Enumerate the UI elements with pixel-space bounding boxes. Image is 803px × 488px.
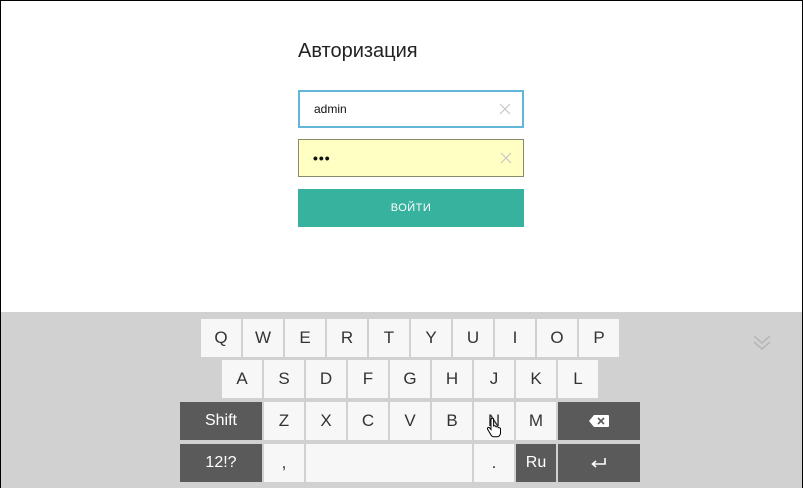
key-u[interactable]: U (453, 319, 493, 357)
key-x[interactable]: X (306, 402, 346, 440)
key-j[interactable]: J (474, 360, 514, 398)
password-input[interactable] (313, 140, 493, 176)
space-key[interactable] (306, 444, 472, 482)
key-v[interactable]: V (390, 402, 430, 440)
key-a[interactable]: A (222, 360, 262, 398)
virtual-keyboard: Q W E R T Y U I O P A S D F G H J K L Sh… (1, 312, 802, 488)
backspace-key[interactable] (558, 402, 640, 440)
clear-password-icon[interactable] (499, 151, 513, 165)
enter-icon (590, 457, 608, 469)
login-title: Авторизация (298, 40, 418, 62)
username-field[interactable] (298, 90, 524, 128)
password-field[interactable] (298, 139, 524, 177)
key-s[interactable]: S (264, 360, 304, 398)
username-input[interactable] (314, 92, 494, 126)
key-g[interactable]: G (390, 360, 430, 398)
enter-key[interactable] (558, 444, 640, 482)
backspace-icon (588, 414, 610, 428)
symbols-key[interactable]: 12!? (180, 444, 262, 482)
login-form: Авторизация ВОЙТИ (298, 40, 524, 227)
chevron-double-down-icon[interactable] (749, 330, 775, 356)
key-o[interactable]: O (537, 319, 577, 357)
key-k[interactable]: K (516, 360, 556, 398)
login-button[interactable]: ВОЙТИ (298, 189, 524, 227)
key-w[interactable]: W (243, 319, 283, 357)
clear-username-icon[interactable] (498, 102, 512, 116)
key-h[interactable]: H (432, 360, 472, 398)
hand-cursor-icon (486, 417, 502, 438)
key-i[interactable]: I (495, 319, 535, 357)
key-e[interactable]: E (285, 319, 325, 357)
language-key[interactable]: Ru (516, 444, 556, 482)
key-y[interactable]: Y (411, 319, 451, 357)
shift-key[interactable]: Shift (180, 402, 262, 440)
key-q[interactable]: Q (201, 319, 241, 357)
key-b[interactable]: B (432, 402, 472, 440)
key-d[interactable]: D (306, 360, 346, 398)
period-key[interactable]: . (474, 444, 514, 482)
key-z[interactable]: Z (264, 402, 304, 440)
key-l[interactable]: L (558, 360, 598, 398)
key-c[interactable]: C (348, 402, 388, 440)
comma-key[interactable]: , (264, 444, 304, 482)
key-m[interactable]: M (516, 402, 556, 440)
key-t[interactable]: T (369, 319, 409, 357)
key-r[interactable]: R (327, 319, 367, 357)
key-p[interactable]: P (579, 319, 619, 357)
key-f[interactable]: F (348, 360, 388, 398)
